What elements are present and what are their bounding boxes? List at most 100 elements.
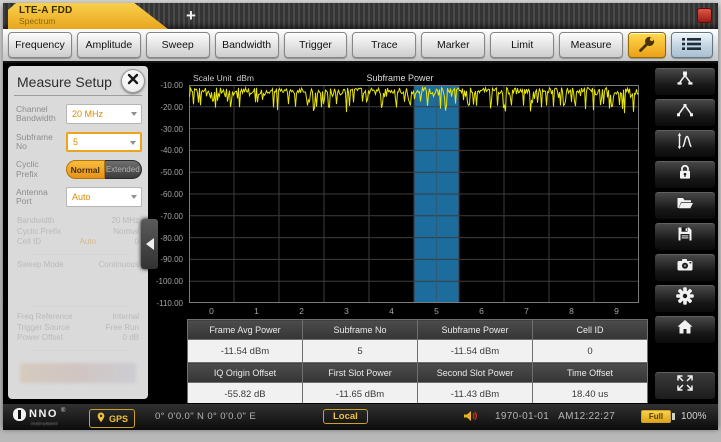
info-row: Power Offset 0 dB <box>17 333 139 342</box>
info-row: Cell ID Auto 0 <box>17 237 139 246</box>
sweep-button[interactable]: Sweep <box>145 32 210 58</box>
info-row: Bandwidth 20 MHz <box>17 216 139 225</box>
x-tick-label: 9 <box>614 306 619 316</box>
y-tick-label: -70.00 <box>160 211 183 221</box>
x-tick-label: 7 <box>524 306 529 316</box>
open-folder-icon <box>675 193 695 218</box>
gps-badge[interactable]: GPS <box>89 409 136 428</box>
subframe-no-dropdown[interactable]: 5 <box>66 132 142 152</box>
channel-bandwidth-dropdown[interactable]: 20 MHz <box>66 104 142 124</box>
gear-icon <box>675 286 695 311</box>
wrench-icon <box>637 34 657 57</box>
battery-indicator: Full <box>641 410 675 423</box>
marker-button[interactable]: Marker <box>421 32 486 58</box>
plot-svg <box>189 85 639 303</box>
registered-mark: ® <box>60 408 66 414</box>
y-tick-label: -80.00 <box>160 233 183 243</box>
home-button[interactable] <box>654 315 716 344</box>
dropdown-value: 5 <box>73 137 79 147</box>
header-cell: Second Slot Power <box>417 362 533 383</box>
menu-list-icon <box>681 36 703 55</box>
cyclic-prefix-toggle: Normal Extended <box>66 160 142 179</box>
trigger-button[interactable]: Trigger <box>283 32 348 58</box>
gps-coordinates: 0° 0'0.0" N 0° 0'0.0" E <box>155 411 257 422</box>
header-cell: Subframe Power <box>417 319 533 340</box>
close-panel-button[interactable] <box>121 69 145 93</box>
divider <box>14 95 142 96</box>
local-badge[interactable]: Local <box>323 409 368 424</box>
sound-alert-icon[interactable] <box>462 409 478 428</box>
auto-scale-button[interactable] <box>654 129 716 158</box>
save-icon <box>675 224 695 249</box>
brand-logo: NNO ® instrument <box>13 408 66 426</box>
y-tick-label: -40.00 <box>160 146 183 156</box>
tab-subtitle: Spectrum <box>19 16 56 26</box>
field-label: Cyclic Prefix <box>16 159 39 179</box>
field-label: Channel Bandwidth <box>16 103 56 123</box>
x-tick-label: 0 <box>209 306 214 316</box>
value-cell: -11.54 dBm <box>187 339 303 363</box>
peak-marker-button[interactable] <box>654 67 716 96</box>
y-tick-label: -10.00 <box>160 81 183 90</box>
cyclic-prefix-field: Cyclic Prefix Normal Extended <box>16 159 142 179</box>
chevron-down-icon <box>131 195 137 199</box>
peak-marker-icon <box>675 69 695 94</box>
save-button[interactable] <box>654 222 716 251</box>
gps-label: GPS <box>109 413 129 424</box>
tab-bar: LTE-A FDD Spectrum + <box>3 3 718 29</box>
toggle-option-normal[interactable]: Normal <box>66 160 105 179</box>
screenshot-button[interactable] <box>654 253 716 282</box>
tab-lte-a-fdd-spectrum[interactable]: LTE-A FDD Spectrum <box>8 3 168 29</box>
y-tick-label: -50.00 <box>160 168 183 178</box>
auto-scale-icon <box>675 131 695 156</box>
header-cell: Cell ID <box>532 319 648 340</box>
main-area: Measure Setup Channel Bandwidth 20 MHz S… <box>3 63 718 406</box>
lock-button[interactable] <box>654 160 716 189</box>
info-row: Trigger Source Free Run <box>17 322 139 332</box>
close-icon <box>126 72 140 91</box>
header-cell: Time Offset <box>532 362 648 383</box>
y-axis: -10.00 -20.00 -30.00 -40.00 -50.00 -60.00 -70.… <box>149 63 186 325</box>
info-row: Cyclic Prefix Normal <box>17 226 139 236</box>
bandwidth-button[interactable]: Bandwidth <box>214 32 279 58</box>
header-cell: First Slot Power <box>302 362 418 383</box>
setup-wrench-button[interactable] <box>628 32 667 58</box>
fullscreen-icon <box>675 373 695 398</box>
results-table: Frame Avg Power Subframe No Subframe Pow… <box>187 319 648 406</box>
toggle-option-extended[interactable]: Extended <box>104 160 142 179</box>
app-window: LTE-A FDD Spectrum + Frequency Amplitude… <box>3 3 718 430</box>
new-tab-button[interactable]: + <box>180 5 202 27</box>
channel-bandwidth-field: Channel Bandwidth 20 MHz <box>16 104 142 124</box>
next-peak-icon <box>675 100 695 125</box>
logo-text: NNO <box>29 408 58 420</box>
plot-area <box>189 85 639 303</box>
menu-button[interactable] <box>671 32 714 58</box>
x-tick-label: 4 <box>389 306 394 316</box>
value-cell: 5 <box>302 339 418 363</box>
y-tick-label: -20.00 <box>160 102 183 112</box>
table-header-row: IQ Origin Offset First Slot Power Second… <box>187 362 648 383</box>
header-cell: Subframe No <box>302 319 418 340</box>
next-peak-button[interactable] <box>654 98 716 127</box>
x-tick-label: 1 <box>254 306 259 316</box>
dropdown-value: 20 MHz <box>72 109 104 119</box>
time-label: AM12:22:27 <box>558 411 616 422</box>
settings-button[interactable] <box>654 284 716 313</box>
info-row: Sweep Mode Continuous <box>17 259 139 269</box>
measure-button[interactable]: Measure <box>559 32 624 58</box>
camera-icon <box>675 255 695 280</box>
y-tick-label: -110.00 <box>156 299 183 308</box>
table-value-row: -11.54 dBm 5 -11.54 dBm 0 <box>187 339 648 363</box>
tab-title: LTE-A FDD <box>19 5 73 16</box>
open-file-button[interactable] <box>654 191 716 220</box>
fullscreen-button[interactable] <box>654 371 716 400</box>
amplitude-button[interactable]: Amplitude <box>76 32 141 58</box>
frequency-button[interactable]: Frequency <box>8 32 72 58</box>
trace-button[interactable]: Trace <box>352 32 417 58</box>
limit-button[interactable]: Limit <box>490 32 555 58</box>
record-indicator[interactable] <box>697 8 712 23</box>
toolbar: Frequency Amplitude Sweep Bandwidth Trig… <box>3 29 718 63</box>
antenna-port-dropdown[interactable]: Auto <box>66 187 142 207</box>
datetime: 1970-01-01 AM12:22:27 <box>495 411 615 422</box>
x-tick-label: 5 <box>434 306 439 316</box>
